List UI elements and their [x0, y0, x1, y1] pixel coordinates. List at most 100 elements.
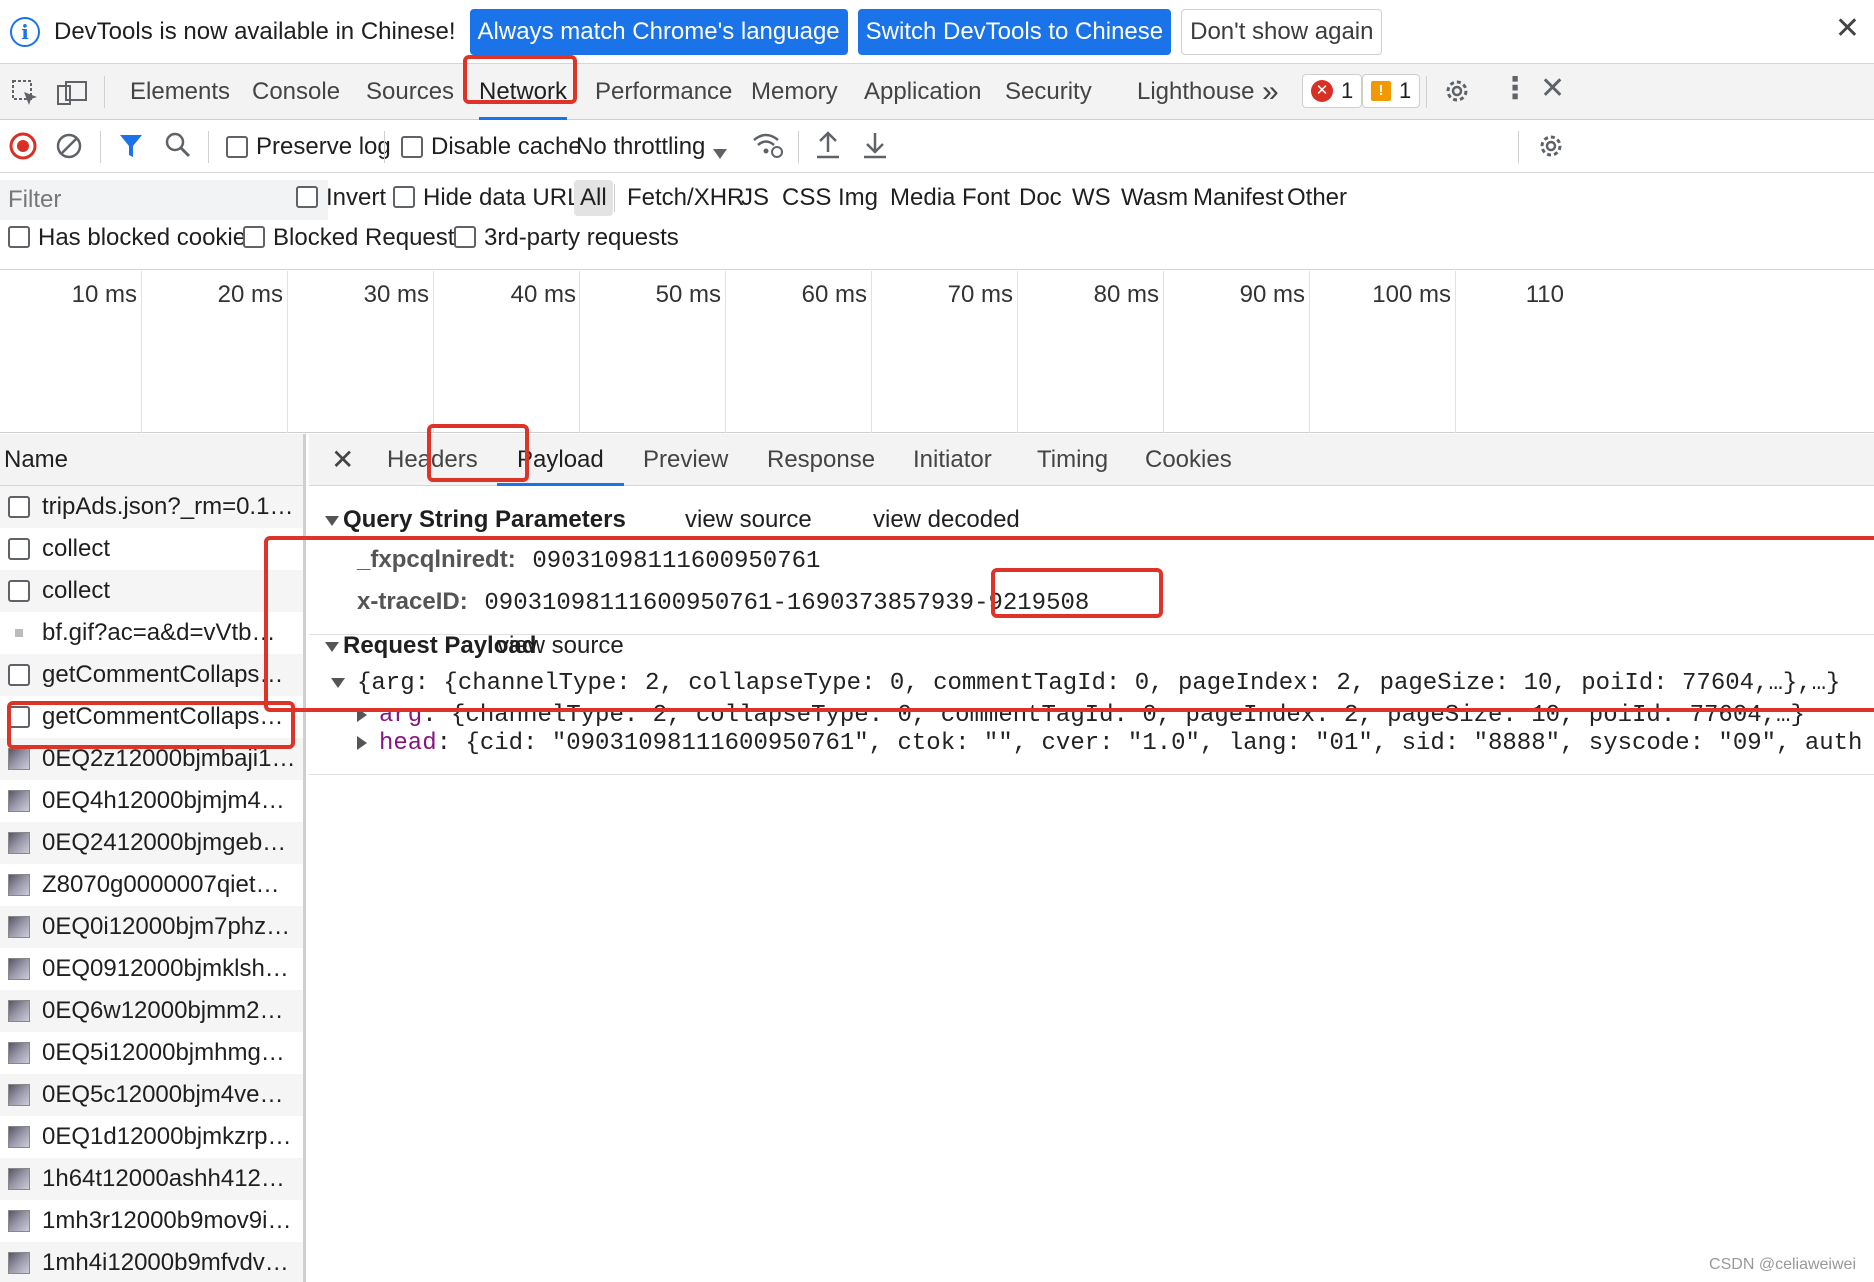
filter-type-wasm[interactable]: Wasm — [1121, 184, 1188, 212]
third-party-requests-checkbox[interactable] — [454, 226, 476, 248]
invert-label: Invert — [326, 184, 387, 211]
tab-lighthouse[interactable]: Lighthouse — [1137, 64, 1254, 120]
list-item[interactable]: collect — [0, 528, 303, 570]
always-match-language-button[interactable]: Always match Chrome's language — [469, 8, 848, 55]
image-thumbnail-icon — [8, 790, 30, 812]
kebab-menu-icon[interactable]: ⋮ — [1500, 74, 1530, 104]
filter-type-js[interactable]: JS — [741, 184, 769, 212]
payload-head-row[interactable]: head: {cid: "09031098111600950761", ctok… — [357, 730, 1862, 757]
tab-preview[interactable]: Preview — [643, 434, 728, 486]
image-thumbnail-icon — [8, 1168, 30, 1190]
list-item[interactable]: getCommentCollaps… — [0, 654, 303, 696]
disable-cache-checkbox[interactable] — [401, 136, 423, 158]
head-value: : {cid: "09031098111600950761", ctok: ""… — [436, 730, 1863, 757]
devtools-tab-bar: Elements Console Sources Network Perform… — [0, 64, 1874, 120]
chevron-down-icon[interactable] — [712, 139, 728, 167]
hide-data-urls-label: Hide data URLs — [423, 184, 593, 211]
error-count-badge[interactable]: ✕ 1 — [1302, 74, 1363, 108]
list-item[interactable]: 0EQ4h12000bjmjm4… — [0, 780, 303, 822]
tab-performance[interactable]: Performance — [595, 64, 732, 120]
list-item[interactable]: 0EQ1d12000bjmkzrp… — [0, 1116, 303, 1158]
more-tabs-icon[interactable]: » — [1262, 64, 1279, 120]
list-item[interactable]: 1h64t12000ashh412… — [0, 1158, 303, 1200]
dont-show-again-button[interactable]: Don't show again — [1181, 8, 1383, 55]
query-view-decoded-link[interactable]: view decoded — [873, 506, 1020, 534]
throttling-select[interactable]: No throttling — [576, 133, 705, 161]
tab-sources[interactable]: Sources — [366, 64, 454, 120]
warning-count: 1 — [1399, 78, 1412, 103]
clear-icon[interactable] — [55, 132, 83, 167]
search-icon[interactable] — [164, 131, 192, 166]
filter-type-other[interactable]: Other — [1287, 184, 1347, 212]
network-tab-highlight — [463, 55, 577, 104]
tab-console[interactable]: Console — [252, 64, 340, 120]
upload-har-icon[interactable] — [815, 130, 841, 167]
query-view-source-link[interactable]: view source — [685, 506, 812, 534]
network-toolbar: Preserve log Disable cache No throttling — [0, 121, 1874, 173]
filter-type-img[interactable]: Img — [838, 184, 878, 212]
filter-type-all[interactable]: All — [574, 180, 613, 216]
filter-type-manifest[interactable]: Manifest — [1193, 184, 1284, 212]
timeline-tick: 70 ms — [947, 281, 1013, 308]
infobar-close-icon[interactable]: ✕ — [1835, 14, 1860, 44]
filter-type-ws[interactable]: WS — [1072, 184, 1111, 212]
list-item[interactable]: 1mh4i12000b9mfvdv… — [0, 1242, 303, 1282]
list-item[interactable]: Z8070g0000007qiet… — [0, 864, 303, 906]
network-conditions-icon[interactable] — [752, 130, 784, 167]
list-item[interactable]: 0EQ0i12000bjm7phz… — [0, 906, 303, 948]
list-item[interactable]: 0EQ2412000bjmgeb… — [0, 822, 303, 864]
network-settings-gear-icon[interactable] — [1536, 131, 1566, 168]
preserve-log-checkbox[interactable] — [226, 136, 248, 158]
inspect-element-icon[interactable] — [10, 78, 40, 115]
filter-type-fetch-xhr[interactable]: Fetch/XHR — [627, 184, 744, 212]
image-thumbnail-icon — [8, 958, 30, 980]
warning-count-badge[interactable]: ! 1 — [1362, 74, 1421, 108]
list-item[interactable]: 1mh3r12000b9mov9i… — [0, 1200, 303, 1242]
blocked-requests-checkbox[interactable] — [243, 226, 265, 248]
tab-response[interactable]: Response — [767, 434, 875, 486]
download-har-icon[interactable] — [862, 130, 888, 167]
timeline-overview[interactable]: 10 ms 20 ms 30 ms 40 ms 50 ms 60 ms 70 m… — [0, 271, 1874, 433]
tab-initiator[interactable]: Initiator — [913, 434, 992, 486]
name-column-header[interactable]: Name — [0, 434, 303, 486]
has-blocked-cookies-checkbox[interactable] — [8, 226, 30, 248]
error-icon: ✕ — [1311, 80, 1333, 102]
filter-bar: Filter Invert Hide data URLs All Fetch/X… — [0, 174, 1874, 270]
warning-icon: ! — [1371, 81, 1391, 101]
list-item[interactable]: 0EQ5i12000bjmhmg… — [0, 1032, 303, 1074]
hide-data-urls-checkbox[interactable] — [393, 186, 415, 208]
list-item[interactable]: bf.gif?ac=a&d=vVtb… — [0, 612, 303, 654]
image-thumbnail-icon — [8, 1042, 30, 1064]
tab-memory[interactable]: Memory — [751, 64, 838, 120]
close-detail-icon[interactable]: ✕ — [331, 434, 354, 486]
filter-funnel-icon[interactable] — [118, 132, 144, 167]
filter-type-doc[interactable]: Doc — [1019, 184, 1062, 212]
error-count: 1 — [1341, 78, 1354, 103]
device-toolbar-icon[interactable] — [56, 78, 88, 115]
list-item[interactable]: tripAds.json?_rm=0.1… — [0, 486, 303, 528]
filter-type-media[interactable]: Media — [890, 184, 955, 212]
close-devtools-icon[interactable]: ✕ — [1540, 74, 1565, 104]
query-string-section-header[interactable]: Query String Parameters — [325, 506, 626, 534]
filter-input[interactable]: Filter — [0, 180, 328, 220]
tab-application[interactable]: Application — [864, 64, 981, 120]
record-stop-icon[interactable] — [9, 132, 37, 167]
list-item[interactable]: 0EQ5c12000bjm4ve… — [0, 1074, 303, 1116]
tab-timing[interactable]: Timing — [1037, 434, 1108, 486]
filter-type-css[interactable]: CSS — [782, 184, 831, 212]
invert-checkbox[interactable] — [296, 186, 318, 208]
info-icon: i — [10, 16, 40, 47]
request-list: Name tripAds.json?_rm=0.1… collect colle… — [0, 434, 306, 1282]
settings-gear-icon[interactable] — [1442, 76, 1472, 113]
list-item[interactable]: 0EQ0912000bjmklsh… — [0, 948, 303, 990]
image-thumbnail-icon — [8, 1252, 30, 1274]
list-item[interactable]: 0EQ6w12000bjmm2… — [0, 990, 303, 1032]
filter-type-font[interactable]: Font — [962, 184, 1010, 212]
has-blocked-cookies-label: Has blocked cookies — [38, 224, 259, 251]
tab-security[interactable]: Security — [1005, 64, 1092, 120]
timeline-tick: 100 ms — [1372, 281, 1451, 308]
tab-elements[interactable]: Elements — [130, 64, 230, 120]
tab-cookies[interactable]: Cookies — [1145, 434, 1232, 486]
list-item[interactable]: collect — [0, 570, 303, 612]
switch-to-chinese-button[interactable]: Switch DevTools to Chinese — [857, 8, 1172, 55]
